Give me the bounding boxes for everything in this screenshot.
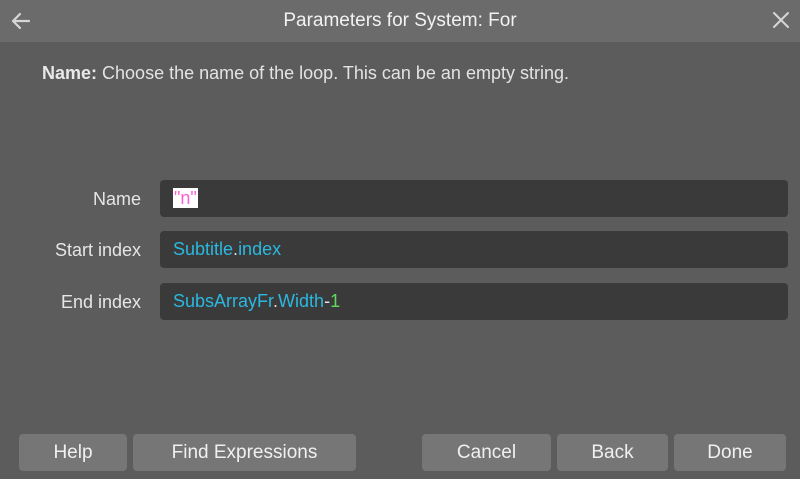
end-index-row: End index SubsArrayFr.Width-1 <box>0 283 800 321</box>
end-index-label: End index <box>60 292 141 312</box>
title-bar: Parameters for System: For <box>0 0 800 42</box>
help-text: Name: Choose the name of the loop. This … <box>42 63 569 84</box>
find-expressions-button[interactable]: Find Expressions <box>133 434 356 471</box>
dialog-title: Parameters for System: For <box>283 10 517 31</box>
string-token: "n" <box>173 188 198 208</box>
close-icon[interactable] <box>770 9 792 31</box>
help-button[interactable]: Help <box>19 434 127 471</box>
number-token: 1 <box>330 291 341 311</box>
help-term: Name: <box>42 63 98 83</box>
identifier-token: index <box>238 239 282 259</box>
start-index-row: Start index Subtitle.index <box>0 231 800 269</box>
help-description: Choose the name of the loop. This can be… <box>97 63 569 83</box>
identifier-token: Width <box>278 291 325 311</box>
identifier-token: Subtitle <box>173 239 234 259</box>
back-button[interactable]: Back <box>557 434 668 471</box>
name-field[interactable]: "n" <box>160 180 788 217</box>
identifier-token: SubsArrayFr <box>173 291 274 311</box>
name-row: Name "n" <box>0 180 800 218</box>
end-index-field[interactable]: SubsArrayFr.Width-1 <box>160 283 788 320</box>
start-index-field[interactable]: Subtitle.index <box>160 231 788 268</box>
name-label: Name <box>92 189 141 209</box>
start-index-label: Start index <box>54 240 141 260</box>
parameters-dialog: Parameters for System: For Name: Choose … <box>0 0 800 479</box>
cancel-button[interactable]: Cancel <box>422 434 551 471</box>
done-button[interactable]: Done <box>674 434 786 471</box>
